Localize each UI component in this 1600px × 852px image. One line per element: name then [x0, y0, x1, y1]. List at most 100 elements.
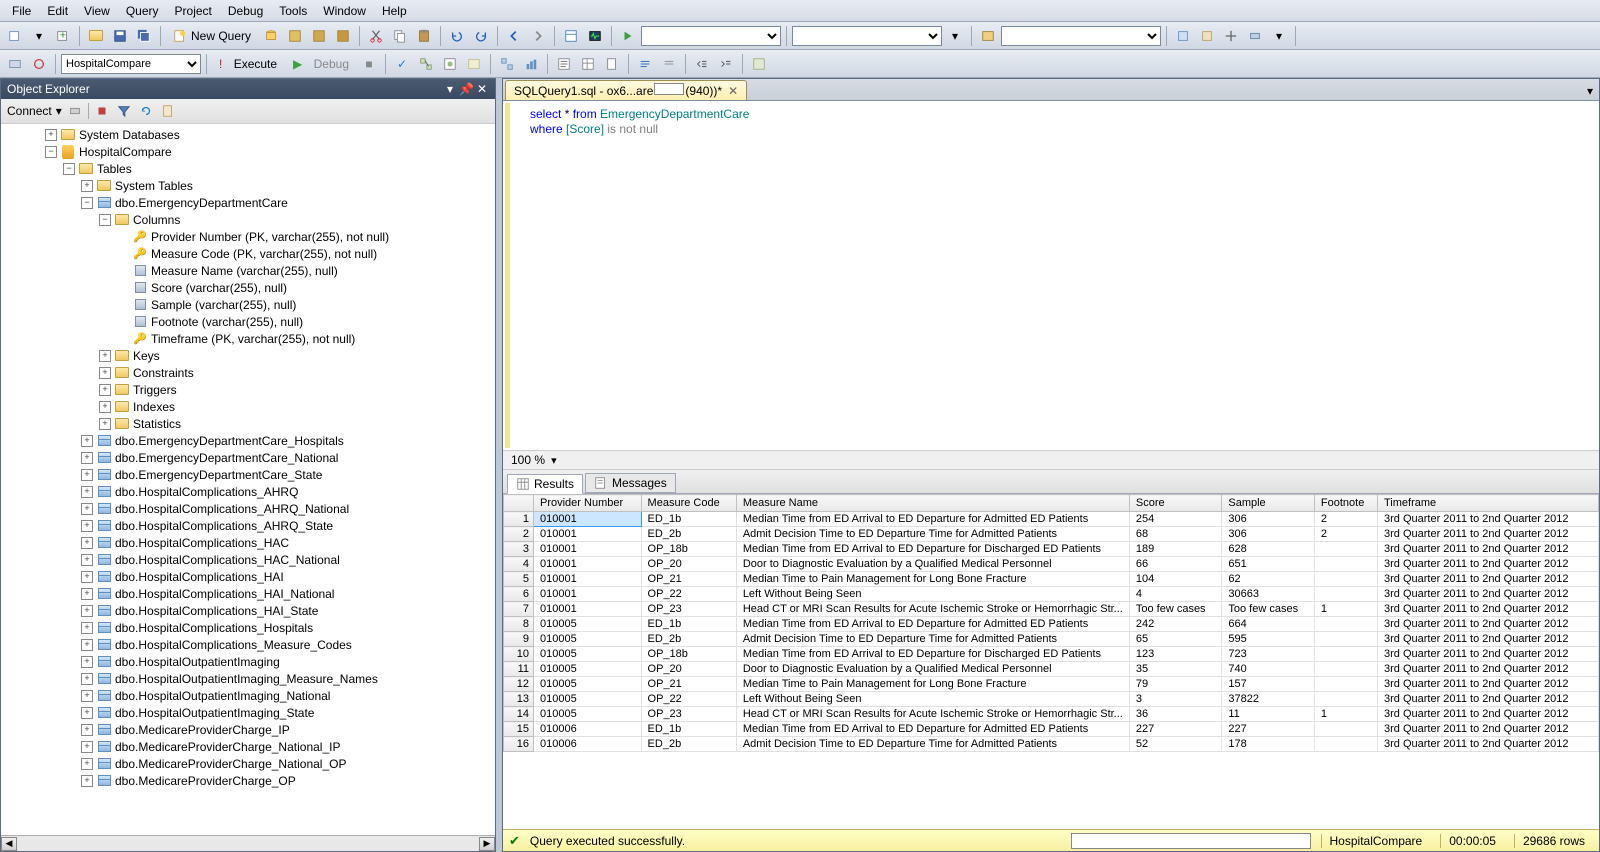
table-cell[interactable]: [1314, 617, 1377, 632]
table-cell[interactable]: Admit Decision Time to ED Departure Time…: [736, 632, 1129, 647]
table-cell[interactable]: [1314, 587, 1377, 602]
table-cell[interactable]: Median Time from ED Arrival to ED Depart…: [736, 542, 1129, 557]
table-cell[interactable]: 010001: [534, 527, 642, 542]
menu-help[interactable]: Help: [374, 2, 415, 20]
table-cell[interactable]: 010005: [534, 617, 642, 632]
table-cell[interactable]: 11: [504, 662, 534, 677]
include-stats-button[interactable]: [520, 53, 542, 75]
cut-button[interactable]: [365, 25, 387, 47]
tree-node[interactable]: +dbo.HospitalComplications_HAI: [1, 568, 495, 585]
table-cell[interactable]: 3rd Quarter 2011 to 2nd Quarter 2012: [1378, 587, 1599, 602]
tree-toggle-icon[interactable]: +: [81, 486, 93, 498]
panel-close-icon[interactable]: ✕: [475, 82, 489, 96]
table-cell[interactable]: 6: [504, 587, 534, 602]
table-cell[interactable]: Median Time from ED Arrival to ED Depart…: [736, 722, 1129, 737]
table-cell[interactable]: 11: [1222, 707, 1315, 722]
tree-toggle-icon[interactable]: +: [99, 350, 111, 362]
results-grid[interactable]: Provider NumberMeasure CodeMeasure NameS…: [503, 494, 1599, 829]
table-cell[interactable]: 65: [1129, 632, 1222, 647]
table-cell[interactable]: 178: [1222, 737, 1315, 752]
table-cell[interactable]: 104: [1129, 572, 1222, 587]
table-cell[interactable]: OP_23: [641, 602, 736, 617]
query-options-button[interactable]: [439, 53, 461, 75]
tree-node[interactable]: +dbo.HospitalComplications_Hospitals: [1, 619, 495, 636]
table-cell[interactable]: OP_22: [641, 587, 736, 602]
tree-toggle-icon[interactable]: +: [81, 537, 93, 549]
table-cell[interactable]: OP_21: [641, 677, 736, 692]
table-cell[interactable]: 66: [1129, 557, 1222, 572]
tree-toggle-icon[interactable]: +: [81, 571, 93, 583]
tree-toggle-icon[interactable]: +: [81, 605, 93, 617]
refresh-icon[interactable]: [137, 102, 155, 120]
tree-toggle-icon[interactable]: +: [81, 554, 93, 566]
table-cell[interactable]: ED_2b: [641, 737, 736, 752]
tree-node[interactable]: +dbo.HospitalOutpatientImaging_Measure_N…: [1, 670, 495, 687]
tree-node[interactable]: +Keys: [1, 347, 495, 364]
table-cell[interactable]: 4: [1129, 587, 1222, 602]
table-cell[interactable]: 3rd Quarter 2011 to 2nd Quarter 2012: [1378, 542, 1599, 557]
table-cell[interactable]: 4: [504, 557, 534, 572]
table-cell[interactable]: OP_20: [641, 662, 736, 677]
column-header[interactable]: Measure Code: [641, 495, 736, 512]
column-header[interactable]: Footnote: [1314, 495, 1377, 512]
table-cell[interactable]: [1314, 572, 1377, 587]
table-cell[interactable]: 010005: [534, 632, 642, 647]
table-cell[interactable]: 3rd Quarter 2011 to 2nd Quarter 2012: [1378, 617, 1599, 632]
table-cell[interactable]: Head CT or MRI Scan Results for Acute Is…: [736, 602, 1129, 617]
dmx-query-button[interactable]: [332, 25, 354, 47]
table-cell[interactable]: 010001: [534, 542, 642, 557]
table-cell[interactable]: 010005: [534, 647, 642, 662]
tab-messages[interactable]: Messages: [585, 473, 676, 493]
table-cell[interactable]: 123: [1129, 647, 1222, 662]
tree-toggle-icon[interactable]: −: [63, 163, 75, 175]
specify-template-button[interactable]: [748, 53, 770, 75]
table-row[interactable]: 6010001OP_22Left Without Being Seen43066…: [504, 587, 1599, 602]
add-item-button[interactable]: +: [52, 25, 74, 47]
column-header[interactable]: Timeframe: [1378, 495, 1599, 512]
table-row[interactable]: 13010005OP_22Left Without Being Seen3378…: [504, 692, 1599, 707]
decrease-indent-button[interactable]: [691, 53, 713, 75]
table-cell[interactable]: 242: [1129, 617, 1222, 632]
table-cell[interactable]: 79: [1129, 677, 1222, 692]
find-combo[interactable]: [792, 26, 942, 46]
table-cell[interactable]: Median Time from ED Arrival to ED Depart…: [736, 617, 1129, 632]
table-cell[interactable]: 36: [1129, 707, 1222, 722]
menu-query[interactable]: Query: [118, 2, 167, 20]
filter-icon[interactable]: [115, 102, 133, 120]
tree-node[interactable]: +dbo.MedicareProviderCharge_IP: [1, 721, 495, 738]
table-cell[interactable]: 010001: [534, 572, 642, 587]
table-cell[interactable]: 010001: [534, 587, 642, 602]
tree-node[interactable]: 🔑Timeframe (PK, varchar(255), not null): [1, 330, 495, 347]
new-dropdown-button[interactable]: ▾: [28, 25, 50, 47]
sql-editor[interactable]: select * from EmergencyDepartmentCare wh…: [505, 103, 1597, 448]
table-cell[interactable]: 3rd Quarter 2011 to 2nd Quarter 2012: [1378, 707, 1599, 722]
table-cell[interactable]: 62: [1222, 572, 1315, 587]
tree-node[interactable]: +dbo.EmergencyDepartmentCare_State: [1, 466, 495, 483]
tree-toggle-icon[interactable]: +: [81, 775, 93, 787]
table-cell[interactable]: 010006: [534, 737, 642, 752]
tool3-button[interactable]: [1220, 25, 1242, 47]
tree-toggle-icon[interactable]: +: [81, 656, 93, 668]
table-cell[interactable]: 1: [1314, 602, 1377, 617]
new-project-button[interactable]: [4, 25, 26, 47]
menu-view[interactable]: View: [76, 2, 118, 20]
tree-node[interactable]: +dbo.HospitalComplications_Measure_Codes: [1, 636, 495, 653]
table-cell[interactable]: 010005: [534, 707, 642, 722]
table-cell[interactable]: Too few cases: [1129, 602, 1222, 617]
menu-tools[interactable]: Tools: [271, 2, 315, 20]
tree-node[interactable]: −Tables: [1, 160, 495, 177]
table-cell[interactable]: [1314, 662, 1377, 677]
table-cell[interactable]: Head CT or MRI Scan Results for Acute Is…: [736, 707, 1129, 722]
table-cell[interactable]: [1314, 692, 1377, 707]
nav-back-button[interactable]: [503, 25, 525, 47]
tree-node[interactable]: Sample (varchar(255), null): [1, 296, 495, 313]
debug-button[interactable]: ▶ Debug: [286, 54, 356, 74]
table-cell[interactable]: 2: [1314, 527, 1377, 542]
table-cell[interactable]: [1314, 722, 1377, 737]
table-cell[interactable]: 189: [1129, 542, 1222, 557]
tree-toggle-icon[interactable]: +: [81, 503, 93, 515]
tree-node[interactable]: +dbo.HospitalComplications_HAC_National: [1, 551, 495, 568]
tree-toggle-icon[interactable]: +: [81, 639, 93, 651]
scroll-right-icon[interactable]: ▶: [479, 837, 495, 851]
panel-pin-icon[interactable]: 📌: [459, 82, 473, 96]
